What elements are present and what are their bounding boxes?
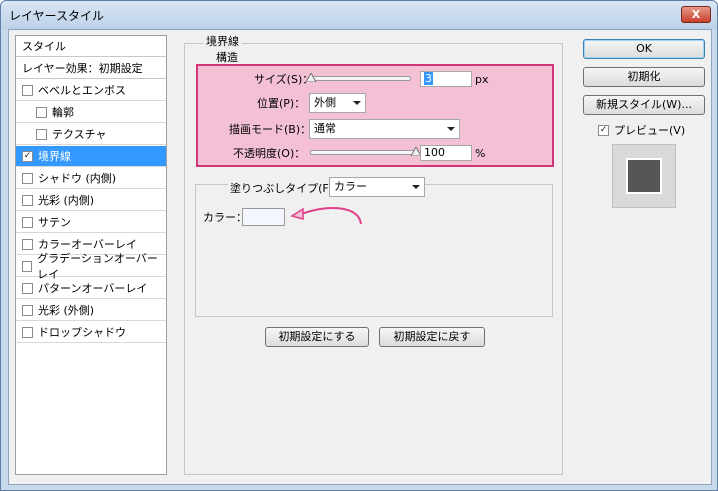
new-style-button[interactable]: 新規スタイル(W)...: [583, 95, 705, 115]
reset-button[interactable]: 初期化: [583, 67, 705, 87]
opacity-unit: %: [475, 147, 486, 160]
list-item-label: ベベルとエンボス: [38, 84, 126, 97]
list-item-label: パターンオーバーレイ: [38, 282, 148, 295]
chevron-down-icon: [412, 185, 420, 189]
size-unit: px: [475, 73, 489, 86]
opacity-slider[interactable]: [310, 150, 416, 155]
opacity-input[interactable]: 100: [420, 145, 472, 161]
list-item[interactable]: 光彩 (内側): [16, 190, 166, 211]
list-item[interactable]: パターンオーバーレイ: [16, 278, 166, 299]
blend-mode-value: 通常: [314, 122, 336, 135]
make-default-button[interactable]: 初期設定にする: [265, 327, 369, 347]
color-swatch[interactable]: [242, 208, 285, 226]
opacity-label: 不透明度(O)：: [233, 147, 306, 160]
blend-mode-select[interactable]: 通常: [309, 119, 460, 139]
checkbox[interactable]: [36, 106, 47, 118]
blend-mode-label: 描画モード(B)：: [229, 123, 312, 136]
fill-type-value: カラー: [334, 180, 367, 193]
structure-title: 構造: [216, 51, 238, 64]
size-label: サイズ(S)：: [254, 73, 314, 86]
list-item-label: 光彩 (外側): [38, 304, 95, 317]
checkbox[interactable]: [22, 216, 33, 228]
list-item[interactable]: ベベルとエンボス: [16, 80, 166, 101]
position-value: 外側: [314, 96, 336, 109]
window-title: レイヤースタイル: [9, 9, 105, 23]
preview-checkbox-row[interactable]: ✓ プレビュー(V): [598, 122, 685, 138]
list-item-label: テクスチャ: [52, 128, 107, 141]
checkbox[interactable]: [22, 304, 33, 316]
checkbox[interactable]: ✓: [22, 150, 33, 162]
list-item[interactable]: テクスチャ: [16, 124, 166, 145]
layer-style-dialog: レイヤースタイル X スタイルレイヤー効果：初期設定 ベベルとエンボス輪郭テクスチ…: [0, 0, 718, 491]
checkbox[interactable]: [22, 260, 33, 272]
size-input[interactable]: 3: [420, 71, 472, 87]
color-label: カラー：: [203, 211, 247, 224]
close-button[interactable]: X: [681, 6, 711, 23]
stroke-group-title: 境界線: [203, 36, 242, 47]
checkbox[interactable]: [22, 194, 33, 206]
annotation-arrow-icon: [290, 207, 362, 225]
checkbox[interactable]: [22, 282, 33, 294]
list-item[interactable]: 光彩 (外側): [16, 300, 166, 321]
checkbox[interactable]: [22, 238, 33, 250]
dialog-client: スタイルレイヤー効果：初期設定 ベベルとエンボス輪郭テクスチャ ✓ 境界線シャドウ (…: [8, 29, 712, 485]
position-label: 位置(P)：: [257, 97, 306, 110]
preview-label: プレビュー(V): [614, 124, 686, 137]
size-slider[interactable]: [310, 76, 411, 81]
list-item[interactable]: 輪郭: [16, 102, 166, 123]
checkbox[interactable]: [36, 128, 47, 140]
list-item[interactable]: グラデーションオーバーレイ: [16, 252, 166, 281]
opacity-value: 100: [424, 146, 445, 159]
list-item[interactable]: シャドウ (内側): [16, 168, 166, 189]
list-item-label: 境界線: [38, 150, 71, 163]
chevron-down-icon: [353, 101, 361, 105]
checkbox[interactable]: [22, 84, 33, 96]
preview-checkbox[interactable]: ✓: [598, 124, 609, 136]
list-item[interactable]: ドロップシャドウ: [16, 322, 166, 343]
preview-swatch: [626, 158, 662, 194]
checkbox[interactable]: [22, 326, 33, 338]
list-item[interactable]: ✓ 境界線: [16, 146, 166, 167]
list-item-label: スタイル: [22, 40, 66, 53]
list-item-label: シャドウ (内側): [38, 172, 117, 185]
style-preview: [612, 144, 676, 208]
list-item-label: ドロップシャドウ: [38, 326, 126, 339]
list-item-label: レイヤー効果：初期設定: [22, 62, 143, 75]
size-value: 3: [424, 72, 433, 85]
list-item[interactable]: レイヤー効果：初期設定: [16, 58, 166, 79]
list-item[interactable]: サテン: [16, 212, 166, 233]
fill-type-group: [195, 184, 553, 317]
list-item[interactable]: スタイル: [16, 36, 166, 57]
chevron-down-icon: [447, 127, 455, 131]
effects-list: スタイルレイヤー効果：初期設定 ベベルとエンボス輪郭テクスチャ ✓ 境界線シャドウ (…: [15, 35, 167, 475]
ok-button[interactable]: OK: [583, 39, 705, 59]
list-item-label: サテン: [38, 216, 71, 229]
title-bar: レイヤースタイル X: [1, 1, 717, 29]
reset-default-button[interactable]: 初期設定に戻す: [379, 327, 485, 347]
position-select[interactable]: 外側: [309, 93, 366, 113]
checkbox[interactable]: [22, 172, 33, 184]
list-item-label: 輪郭: [52, 106, 74, 119]
list-item-label: 光彩 (内側): [38, 194, 95, 207]
fill-type-select[interactable]: カラー: [329, 177, 425, 197]
size-slider-thumb[interactable]: [306, 73, 316, 82]
